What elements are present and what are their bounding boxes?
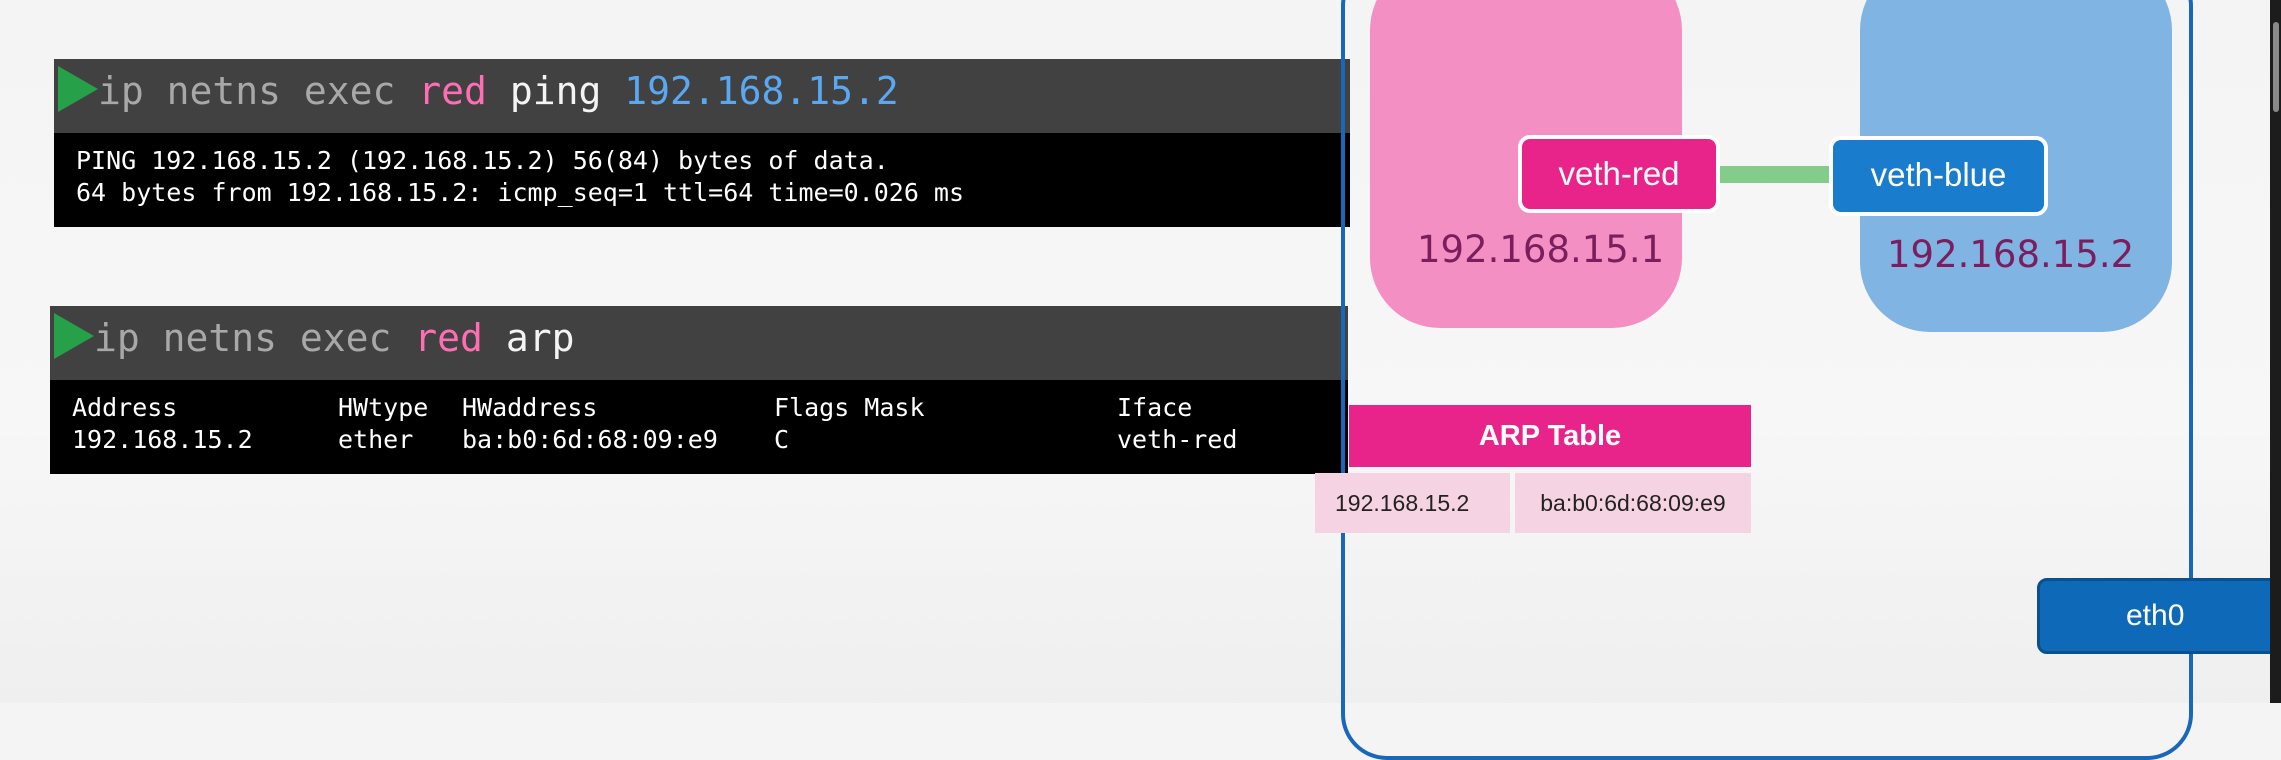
arp-header-hwtype: HWtype xyxy=(338,393,429,422)
terminal-ping-output: PING 192.168.15.2 (192.168.15.2) 56(84) … xyxy=(54,133,1350,227)
veth-red-interface: veth-red xyxy=(1518,135,1720,213)
cmd-prefix: ip netns exec xyxy=(94,316,415,360)
arp-header-hwaddress: HWaddress xyxy=(462,393,598,422)
arp-table-title: ARP Table xyxy=(1349,405,1751,467)
cmd-target-ip: 192.168.15.2 xyxy=(624,69,899,113)
arp-table-ip: 192.168.15.2 xyxy=(1315,473,1510,533)
cmd-ping: ping xyxy=(486,69,625,113)
cmd-arp: arp xyxy=(482,316,575,360)
veth-pipe-link xyxy=(1718,166,1833,183)
eth0-interface: eth0 xyxy=(2037,578,2281,654)
terminal-arp-command-bar: ip netns exec red arp xyxy=(50,306,1348,380)
arp-row-hwaddress: ba:b0:6d:68:09:e9 xyxy=(462,425,718,454)
arp-header-address: Address xyxy=(72,393,178,422)
blue-namespace-ip: 192.168.15.2 xyxy=(1887,233,2135,276)
ping-command: ip netns exec red ping 192.168.15.2 xyxy=(98,68,899,114)
ping-output-line-1: PING 192.168.15.2 (192.168.15.2) 56(84) … xyxy=(76,146,889,175)
arp-row-address: 192.168.15.2 xyxy=(72,425,253,454)
arp-row-hwtype: ether xyxy=(338,425,414,454)
arp-row-flags: C xyxy=(774,425,790,454)
veth-blue-interface: veth-blue xyxy=(1829,136,2048,216)
arp-command: ip netns exec red arp xyxy=(94,315,574,361)
arp-header-flags-mask: Flags Mask xyxy=(774,393,925,422)
ping-output-line-2: 64 bytes from 192.168.15.2: icmp_seq=1 t… xyxy=(76,178,965,207)
cmd-namespace: red xyxy=(414,316,483,360)
terminal-ping-command-bar: ip netns exec red ping 192.168.15.2 xyxy=(54,59,1350,133)
cmd-prefix: ip netns exec xyxy=(98,69,419,113)
arp-header-iface: Iface xyxy=(1117,393,1193,422)
terminal-arp-output: Address HWtype HWaddress Flags Mask Ifac… xyxy=(50,380,1348,474)
prompt-arrow-icon xyxy=(54,313,94,359)
cmd-namespace: red xyxy=(418,69,487,113)
arp-row-iface: veth-red xyxy=(1117,425,1238,454)
red-namespace-ip: 192.168.15.1 xyxy=(1417,228,1665,271)
prompt-arrow-icon xyxy=(58,66,98,112)
arp-table-mac: ba:b0:6d:68:09:e9 xyxy=(1515,473,1751,533)
scrollbar-thumb[interactable] xyxy=(2273,22,2279,112)
